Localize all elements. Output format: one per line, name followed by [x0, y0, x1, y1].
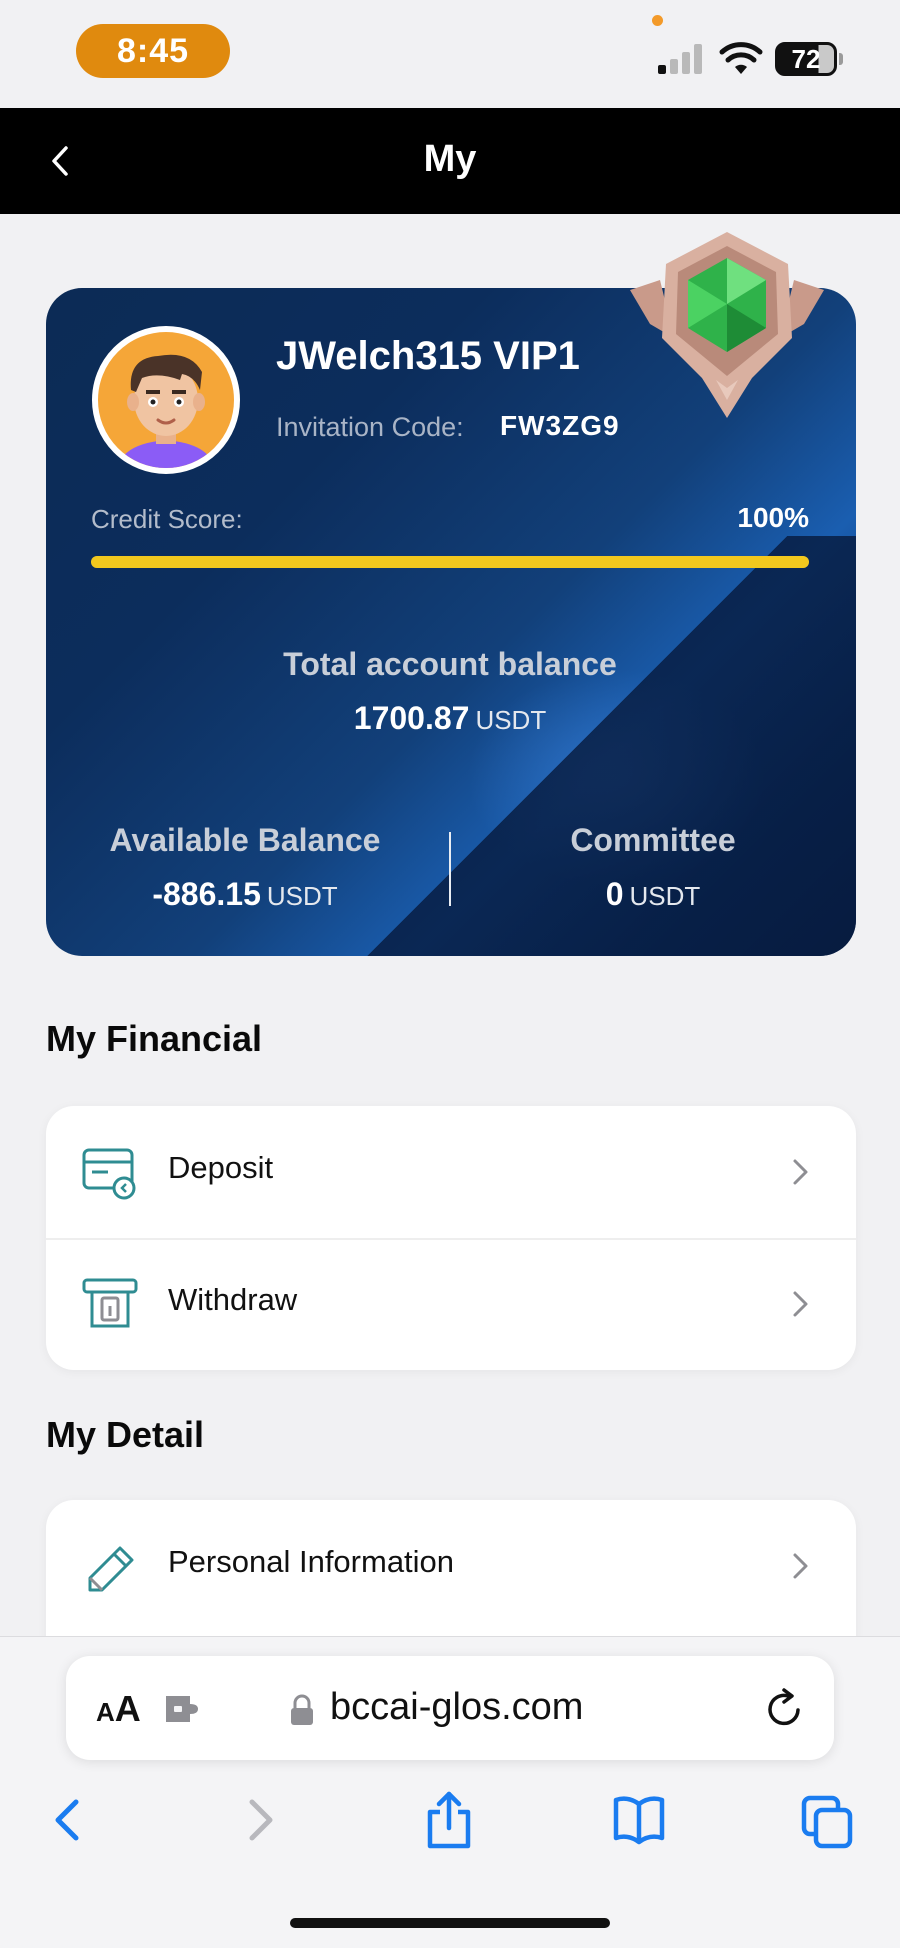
reload-icon[interactable] [762, 1686, 808, 1732]
list-item-label: Deposit [168, 1150, 274, 1185]
total-balance-amount: 1700.87 [353, 700, 470, 736]
page-title: My [423, 138, 477, 180]
total-balance-unit: USDT [475, 705, 547, 735]
available-balance-label: Available Balance [109, 822, 381, 858]
section-title-detail: My Detail [46, 1414, 205, 1455]
total-balance-label: Total account balance [283, 646, 617, 682]
committee-unit: USDT [629, 881, 701, 911]
list-item-withdraw[interactable]: Withdraw [46, 1238, 856, 1370]
balance-divider [449, 832, 451, 906]
deposit-card-icon [82, 1148, 136, 1200]
share-icon[interactable] [422, 1790, 476, 1850]
chevron-right-icon [793, 1291, 808, 1317]
chevron-right-icon [793, 1159, 808, 1185]
status-time: 8:45 [76, 24, 230, 78]
privacy-indicator-dot [652, 15, 663, 26]
avatar [92, 326, 240, 474]
list-item-deposit[interactable]: Deposit [46, 1106, 856, 1240]
battery-icon: 72 [775, 42, 837, 76]
available-balance-line: -886.15 USDT [80, 876, 410, 913]
invitation-code[interactable]: FW3ZG9 [500, 410, 620, 442]
cellular-signal-icon [658, 44, 704, 74]
financial-list: Deposit Withdraw [46, 1106, 856, 1370]
committee-amount: 0 [605, 876, 624, 912]
text-size-button[interactable]: AA [96, 1688, 141, 1730]
lock-icon [291, 1694, 313, 1725]
tabs-icon[interactable] [800, 1790, 854, 1850]
list-item-personal-information[interactable]: Personal Information [46, 1500, 856, 1632]
chevron-right-icon [793, 1553, 808, 1579]
credit-score-bar [91, 556, 809, 568]
username: JWelch315 VIP1 [276, 334, 580, 378]
total-balance-line: 1700.87 USDT [0, 700, 900, 737]
credit-score-bar-fill [91, 556, 809, 568]
home-indicator [290, 1918, 610, 1928]
section-title-financial: My Financial [46, 1018, 263, 1059]
browser-forward-icon[interactable] [234, 1790, 288, 1850]
battery-tip [839, 53, 843, 65]
vip-medal-icon [630, 232, 824, 418]
available-balance-amount: -886.15 [152, 876, 261, 912]
available-balance-unit: USDT [266, 881, 338, 911]
credit-score-value: 100% [737, 502, 809, 533]
committee-line: 0 USDT [488, 876, 818, 913]
bookmarks-icon[interactable] [612, 1790, 666, 1850]
list-item-label: Personal Information [168, 1544, 455, 1579]
status-bar: 8:45 72 [0, 0, 900, 108]
withdraw-atm-icon [82, 1278, 138, 1328]
committee-label: Committee [570, 822, 736, 858]
pencil-icon [88, 1546, 134, 1592]
browser-back-icon[interactable] [40, 1790, 94, 1850]
invitation-code-label: Invitation Code: [276, 412, 464, 442]
extension-icon[interactable] [164, 1692, 204, 1726]
url-text[interactable]: bccai-glos.com [330, 1686, 583, 1729]
wifi-icon [719, 42, 763, 74]
nav-header: My [0, 108, 900, 214]
credit-score-label: Credit Score: [91, 504, 243, 534]
list-item-label: Withdraw [168, 1282, 298, 1317]
avatar-face-icon [118, 354, 214, 468]
